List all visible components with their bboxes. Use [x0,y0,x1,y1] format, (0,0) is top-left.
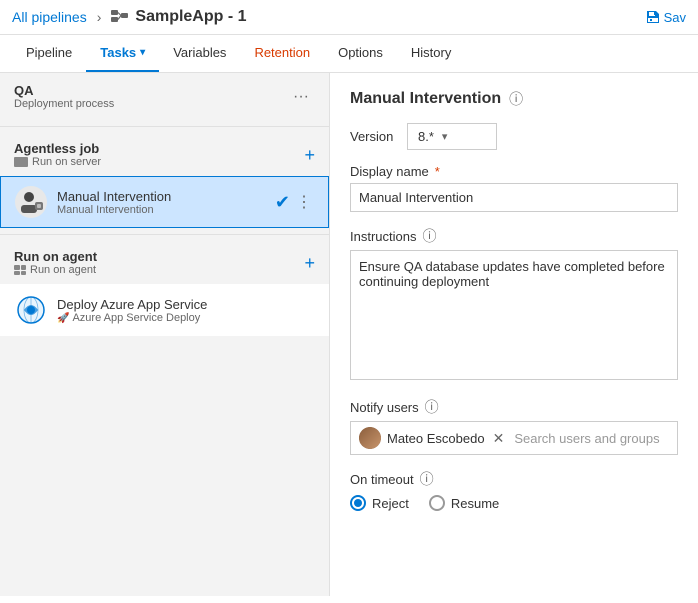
resume-radio[interactable]: Resume [429,495,499,511]
agentless-job-section: Agentless job Run on server + [0,133,329,228]
instructions-textarea[interactable]: Ensure QA database updates have complete… [350,250,678,380]
tab-tasks[interactable]: Tasks ▾ [86,35,159,72]
manual-task-dots-button[interactable]: ⋮ [294,192,314,212]
on-timeout-label: On timeout ⓘ [350,469,678,489]
pipeline-icon [111,9,129,26]
agentless-sub-text: Run on server [32,156,101,168]
user-tag: Mateo Escobedo ✕ [359,427,506,449]
panel-title-text: Manual Intervention [350,90,501,108]
agentless-job-header: Agentless job Run on server + [0,133,329,176]
azure-task-sub: 🚀Azure App Service Deploy [57,312,314,324]
add-agent-task-button[interactable]: + [304,254,315,272]
tab-tasks-label: Tasks [100,45,136,60]
header-left: All pipelines › SampleApp - 1 [12,8,247,26]
resume-radio-outer [429,495,445,511]
version-select[interactable]: 8.* ▾ [407,123,497,150]
panel-title: Manual Intervention ⓘ [350,89,678,109]
azure-deploy-icon [15,294,47,326]
agentless-job-sub: Run on server [14,156,101,168]
manual-task-sub: Manual Intervention [57,204,265,216]
instructions-label: Instructions ⓘ [350,226,678,246]
azure-deploy-task[interactable]: Deploy Azure App Service 🚀Azure App Serv… [0,284,329,336]
server-icon [14,157,28,167]
title-info-icon[interactable]: ⓘ [509,89,523,109]
agent-job-info: Run on agent Run on agent [14,249,97,276]
save-label: Sav [664,10,686,25]
divider2 [0,234,329,235]
notify-users-label: Notify users ⓘ [350,397,678,417]
divider [0,126,329,127]
tab-options[interactable]: Options [324,35,397,72]
agent-job-section: Run on agent Run on agent + [0,241,329,336]
manual-task-actions: ✔ ⋮ [275,192,314,213]
instructions-field: Instructions ⓘ Ensure QA database update… [350,226,678,383]
reject-radio-inner [354,499,362,507]
azure-task-name: Deploy Azure App Service [57,297,314,312]
search-users-placeholder[interactable]: Search users and groups [514,431,659,446]
user-name: Mateo Escobedo [387,431,485,446]
stage-ellipsis-button[interactable]: ··· [287,86,315,108]
display-name-input[interactable] [350,183,678,212]
agentless-job-title: Agentless job [14,141,101,156]
left-panel: QA Deployment process ··· Agentless job … [0,73,330,596]
version-value: 8.* [418,129,434,144]
display-name-field: Display name * [350,164,678,212]
tab-history[interactable]: History [397,35,465,72]
manual-task-info: Manual Intervention Manual Intervention [57,189,265,216]
header-right: Sav [646,10,686,25]
notify-info-icon[interactable]: ⓘ [425,397,439,417]
add-agentless-task-button[interactable]: + [304,146,315,164]
display-name-label: Display name * [350,164,678,179]
on-timeout-field: On timeout ⓘ Reject Resume [350,469,678,511]
timeout-radio-group: Reject Resume [350,495,678,511]
stage-header: QA Deployment process ··· [0,73,329,120]
main-content: QA Deployment process ··· Agentless job … [0,73,698,596]
chevron-down-icon: ▾ [442,130,448,143]
reject-radio[interactable]: Reject [350,495,409,511]
agent-job-sub: Run on agent [14,264,97,276]
stage-name: QA [14,83,114,98]
user-avatar-image [359,427,381,449]
right-panel: Manual Intervention ⓘ Version 8.* ▾ Disp… [330,73,698,596]
version-field: Version 8.* ▾ [350,123,678,150]
tab-pipeline[interactable]: Pipeline [12,35,86,72]
notify-users-field: Notify users ⓘ Mateo Escobedo ✕ Search u… [350,397,678,455]
breadcrumb-separator: › [97,9,102,25]
timeout-info-icon[interactable]: ⓘ [420,469,434,489]
user-avatar [359,427,381,449]
agent-job-header: Run on agent Run on agent + [0,241,329,284]
agent-sub-icon [14,265,26,275]
save-button[interactable]: Sav [646,10,686,25]
tab-variables[interactable]: Variables [159,35,240,72]
azure-task-info: Deploy Azure App Service 🚀Azure App Serv… [57,297,314,324]
header: All pipelines › SampleApp - 1 Sav [0,0,698,35]
manual-intervention-task[interactable]: Manual Intervention Manual Intervention … [0,176,329,228]
task-avatar [15,186,47,218]
chevron-down-icon: ▾ [140,47,145,58]
stage-info: QA Deployment process [14,83,114,110]
breadcrumb-link[interactable]: All pipelines [12,9,87,25]
stage-sub: Deployment process [14,98,114,110]
version-label: Version [350,129,393,144]
instructions-info-icon[interactable]: ⓘ [422,226,436,246]
check-icon: ✔ [275,192,290,213]
reject-radio-outer [350,495,366,511]
version-dropdown[interactable]: 8.* ▾ [407,123,497,150]
agentless-job-info: Agentless job Run on server [14,141,101,168]
nav-tabs: Pipeline Tasks ▾ Variables Retention Opt… [0,35,698,73]
manual-task-name: Manual Intervention [57,189,265,204]
resume-label: Resume [451,496,499,511]
required-marker: * [435,164,440,179]
reject-label: Reject [372,496,409,511]
page-title: SampleApp - 1 [135,8,246,26]
remove-user-button[interactable]: ✕ [491,430,507,447]
notify-users-input[interactable]: Mateo Escobedo ✕ Search users and groups [350,421,678,455]
agent-job-title: Run on agent [14,249,97,264]
tab-retention[interactable]: Retention [240,35,324,72]
agent-sub-text: Run on agent [30,264,96,276]
